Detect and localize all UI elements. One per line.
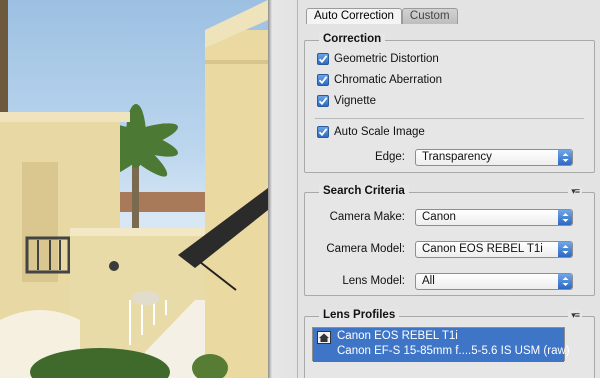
camera-make-label: Camera Make: <box>329 211 405 223</box>
checkmark-icon <box>318 55 328 64</box>
tab-bar: Auto Correction Custom <box>306 8 458 24</box>
camera-make-select[interactable]: Canon <box>415 209 573 226</box>
checkmark-icon <box>318 76 328 85</box>
checkmark-icon <box>318 128 328 137</box>
vignette-label: Vignette <box>334 95 376 107</box>
tab-auto-correction[interactable]: Auto Correction <box>306 8 402 24</box>
auto-scale-checkbox[interactable] <box>317 126 329 138</box>
select-arrows-icon <box>558 210 572 225</box>
checkmark-icon <box>318 97 328 106</box>
correction-group: Correction Geometric Distortion Chromati… <box>304 33 595 173</box>
panel-menu-icon[interactable]: ▾≡ <box>568 310 582 321</box>
house-icon <box>317 331 331 344</box>
select-arrows-icon <box>558 274 572 289</box>
lens-profile-lens: Canon EF-S 15-85mm f....5-5.6 IS USM (ra… <box>337 345 570 357</box>
lens-model-select[interactable]: All <box>415 273 573 290</box>
lens-profiles-title: Lens Profiles <box>319 309 400 321</box>
camera-model-label: Camera Model: <box>326 243 405 255</box>
vignette-option[interactable]: Vignette <box>317 95 376 107</box>
camera-make-value: Canon <box>422 211 456 223</box>
chromatic-aberration-label: Chromatic Aberration <box>334 74 443 86</box>
lens-model-value: All <box>422 275 435 287</box>
lens-correction-panel: Auto Correction Custom Correction Geomet… <box>298 0 600 378</box>
search-criteria-title: Search Criteria <box>319 185 409 197</box>
geometric-distortion-checkbox[interactable] <box>317 53 329 65</box>
edge-value: Transparency <box>422 151 492 163</box>
select-arrows-icon <box>558 242 572 257</box>
lens-model-label: Lens Model: <box>342 275 405 287</box>
lens-profile-camera: Canon EOS REBEL T1i <box>337 330 458 342</box>
chromatic-aberration-option[interactable]: Chromatic Aberration <box>317 74 442 86</box>
geometric-distortion-option[interactable]: Geometric Distortion <box>317 53 439 65</box>
auto-scale-option[interactable]: Auto Scale Image <box>317 126 425 138</box>
edge-select[interactable]: Transparency <box>415 149 573 166</box>
select-arrows-icon <box>558 150 572 165</box>
panel-divider[interactable] <box>268 0 298 378</box>
correction-title: Correction <box>319 33 386 45</box>
edge-label: Edge: <box>374 151 405 163</box>
geometric-distortion-label: Geometric Distortion <box>334 53 439 65</box>
chromatic-aberration-checkbox[interactable] <box>317 74 329 86</box>
lens-profiles-list[interactable]: Canon EOS REBEL T1i Canon EF-S 15-85mm f… <box>312 327 570 362</box>
lens-profile-item[interactable]: Canon EOS REBEL T1i Canon EF-S 15-85mm f… <box>313 328 570 362</box>
image-preview <box>0 0 268 378</box>
photo-scene <box>0 0 268 378</box>
tab-custom[interactable]: Custom <box>401 8 458 24</box>
auto-scale-label: Auto Scale Image <box>334 126 425 138</box>
camera-model-select[interactable]: Canon EOS REBEL T1i <box>415 241 573 258</box>
separator <box>315 118 584 119</box>
search-criteria-group: Search Criteria ▾≡ Camera Make: Canon Ca… <box>304 185 595 296</box>
panel-menu-icon[interactable]: ▾≡ <box>568 186 582 197</box>
camera-model-value: Canon EOS REBEL T1i <box>422 243 543 255</box>
vignette-checkbox[interactable] <box>317 95 329 107</box>
